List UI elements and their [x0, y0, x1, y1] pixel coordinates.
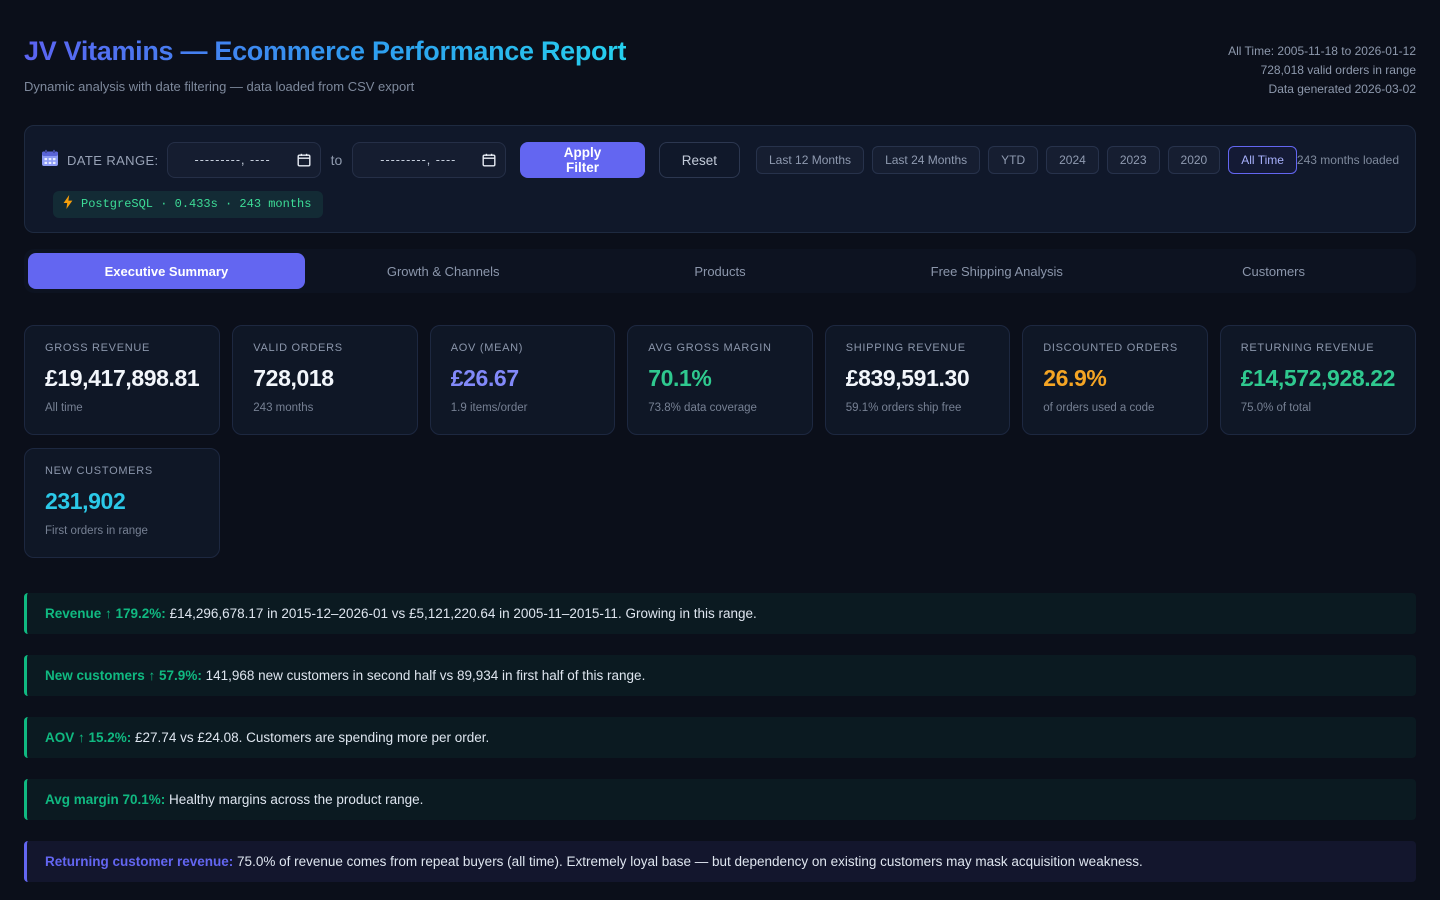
kpi-label: AVG GROSS MARGIN — [648, 342, 791, 354]
insight-body: £14,296,678.17 in 2015-12–2026-01 vs £5,… — [166, 606, 757, 621]
chip-2023[interactable]: 2023 — [1107, 146, 1160, 174]
insight-lead: Returning customer revenue: — [45, 854, 233, 869]
kpi-card-gross-revenue: GROSS REVENUE £19,417,898.81 All time — [24, 325, 220, 435]
quick-range-chips: Last 12 Months Last 24 Months YTD 2024 2… — [756, 146, 1297, 174]
kpi-card-discounted-orders: DISCOUNTED ORDERS 26.9% of orders used a… — [1022, 325, 1208, 435]
insight-body: £27.74 vs £24.08. Customers are spending… — [131, 730, 489, 745]
query-status-text: PostgreSQL · 0.433s · 243 months — [81, 197, 311, 211]
kpi-value: 231,902 — [45, 488, 199, 515]
kpi-sub: 243 months — [253, 402, 396, 414]
tab-customers[interactable]: Customers — [1135, 253, 1412, 289]
chip-last-24-months[interactable]: Last 24 Months — [872, 146, 980, 174]
kpi-sub: 73.8% data coverage — [648, 402, 791, 414]
kpi-sub: 1.9 items/order — [451, 402, 594, 414]
kpi-label: DISCOUNTED ORDERS — [1043, 342, 1187, 354]
insight-new-customers: New customers ↑ 57.9%: 141,968 new custo… — [24, 655, 1416, 696]
kpi-value: £839,591.30 — [846, 365, 989, 392]
kpi-card-shipping-revenue: SHIPPING REVENUE £839,591.30 59.1% order… — [825, 325, 1010, 435]
insight-body: 75.0% of revenue comes from repeat buyer… — [233, 854, 1142, 869]
tab-growth-channels[interactable]: Growth & Channels — [305, 253, 582, 289]
kpi-label: AOV (MEAN) — [451, 342, 594, 354]
header: JV Vitamins — Ecommerce Performance Repo… — [24, 0, 1416, 99]
tab-executive-summary[interactable]: Executive Summary — [28, 253, 305, 289]
date-filter-panel: DATE RANGE: to — [24, 125, 1416, 233]
kpi-label: NEW CUSTOMERS — [45, 465, 199, 477]
to-label: to — [331, 152, 343, 168]
lightning-icon — [63, 195, 73, 213]
header-meta: All Time: 2005-11-18 to 2026-01-12 728,0… — [1228, 36, 1416, 99]
kpi-value: £19,417,898.81 — [45, 365, 199, 392]
insight-returning-revenue: Returning customer revenue: 75.0% of rev… — [24, 841, 1416, 882]
status-row: PostgreSQL · 0.433s · 243 months — [41, 191, 1399, 218]
query-status-badge: PostgreSQL · 0.433s · 243 months — [53, 191, 323, 218]
insights-section: Revenue ↑ 179.2%: £14,296,678.17 in 2015… — [24, 593, 1416, 882]
report-page: JV Vitamins — Ecommerce Performance Repo… — [0, 0, 1440, 900]
meta-valid-orders: 728,018 valid orders in range — [1228, 61, 1416, 80]
kpi-value: 26.9% — [1043, 365, 1187, 392]
insight-lead: New customers ↑ 57.9%: — [45, 668, 202, 683]
reset-button[interactable]: Reset — [659, 142, 740, 178]
insight-body: Healthy margins across the product range… — [165, 792, 423, 807]
chip-last-12-months[interactable]: Last 12 Months — [756, 146, 864, 174]
meta-generated: Data generated 2026-03-02 — [1228, 80, 1416, 99]
meta-all-time: All Time: 2005-11-18 to 2026-01-12 — [1228, 42, 1416, 61]
date-picker-icon[interactable] — [482, 153, 496, 172]
insight-lead: Revenue ↑ 179.2%: — [45, 606, 166, 621]
chip-2020[interactable]: 2020 — [1168, 146, 1221, 174]
page-title: JV Vitamins — Ecommerce Performance Repo… — [24, 36, 626, 67]
kpi-label: RETURNING REVENUE — [1241, 342, 1395, 354]
tab-products[interactable]: Products — [582, 253, 859, 289]
kpi-grid: GROSS REVENUE £19,417,898.81 All time VA… — [24, 325, 1416, 558]
filter-row: DATE RANGE: to — [41, 142, 1399, 178]
kpi-value: £26.67 — [451, 365, 594, 392]
kpi-label: GROSS REVENUE — [45, 342, 199, 354]
insight-aov: AOV ↑ 15.2%: £27.74 vs £24.08. Customers… — [24, 717, 1416, 758]
chip-2024[interactable]: 2024 — [1046, 146, 1099, 174]
chip-all-time[interactable]: All Time — [1228, 146, 1297, 174]
kpi-card-aov-mean: AOV (MEAN) £26.67 1.9 items/order — [430, 325, 615, 435]
kpi-label: SHIPPING REVENUE — [846, 342, 989, 354]
insight-avg-margin: Avg margin 70.1%: Healthy margins across… — [24, 779, 1416, 820]
insight-body: 141,968 new customers in second half vs … — [202, 668, 646, 683]
kpi-value: 70.1% — [648, 365, 791, 392]
kpi-sub: All time — [45, 402, 199, 414]
kpi-card-valid-orders: VALID ORDERS 728,018 243 months — [232, 325, 417, 435]
chip-ytd[interactable]: YTD — [988, 146, 1038, 174]
kpi-card-new-customers: NEW CUSTOMERS 231,902 First orders in ra… — [24, 448, 220, 558]
page-subtitle: Dynamic analysis with date filtering — d… — [24, 79, 626, 94]
kpi-value: 728,018 — [253, 365, 396, 392]
tab-free-shipping-analysis[interactable]: Free Shipping Analysis — [858, 253, 1135, 289]
tabbar: Executive Summary Growth & Channels Prod… — [24, 249, 1416, 293]
date-to-field[interactable] — [352, 142, 506, 178]
date-from-field[interactable] — [167, 142, 321, 178]
kpi-card-returning-revenue: RETURNING REVENUE £14,572,928.22 75.0% o… — [1220, 325, 1416, 435]
calendar-icon — [41, 149, 59, 172]
kpi-label: VALID ORDERS — [253, 342, 396, 354]
apply-filter-button[interactable]: Apply Filter — [520, 142, 644, 178]
kpi-sub: First orders in range — [45, 525, 199, 537]
kpi-sub: 59.1% orders ship free — [846, 402, 989, 414]
insight-lead: Avg margin 70.1%: — [45, 792, 165, 807]
kpi-value: £14,572,928.22 — [1241, 365, 1395, 392]
months-loaded-text: 243 months loaded — [1297, 153, 1399, 167]
kpi-sub: 75.0% of total — [1241, 402, 1395, 414]
kpi-sub: of orders used a code — [1043, 402, 1187, 414]
insight-lead: AOV ↑ 15.2%: — [45, 730, 131, 745]
date-picker-icon[interactable] — [297, 153, 311, 172]
header-left: JV Vitamins — Ecommerce Performance Repo… — [24, 36, 626, 94]
kpi-card-avg-gross-margin: AVG GROSS MARGIN 70.1% 73.8% data covera… — [627, 325, 812, 435]
date-range-label: DATE RANGE: — [67, 153, 159, 168]
insight-revenue-growth: Revenue ↑ 179.2%: £14,296,678.17 in 2015… — [24, 593, 1416, 634]
